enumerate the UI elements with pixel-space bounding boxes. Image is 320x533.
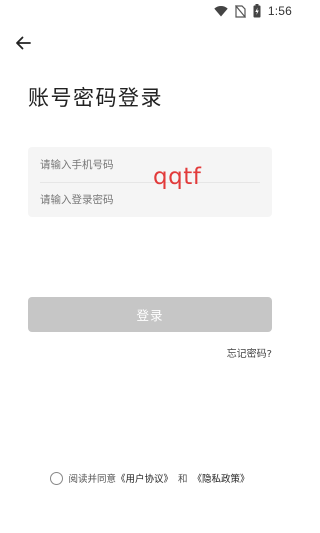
phone-input[interactable] bbox=[40, 158, 230, 171]
status-icons: 1:56 bbox=[214, 3, 292, 19]
arrow-left-icon bbox=[16, 36, 31, 50]
agreement-conjunction: 和 bbox=[178, 474, 188, 485]
status-time: 1:56 bbox=[267, 4, 292, 18]
overlay-text: qqtf bbox=[153, 164, 202, 190]
user-agreement-link[interactable]: 《用户协议》 bbox=[116, 471, 173, 485]
phone-field bbox=[28, 147, 272, 182]
battery-charging-icon bbox=[253, 4, 261, 18]
wifi-icon bbox=[214, 6, 228, 17]
no-sim-icon bbox=[234, 4, 246, 18]
password-field bbox=[28, 182, 272, 217]
page-title: 账号密码登录 bbox=[28, 86, 163, 110]
privacy-policy-link[interactable]: 《隐私政策》 bbox=[193, 471, 250, 485]
login-button[interactable]: 登录 bbox=[28, 297, 272, 332]
agreement-row: 阅读并同意 《用户协议》 和 《隐私政策》 bbox=[0, 471, 300, 485]
login-form bbox=[28, 147, 272, 217]
agreement-prefix: 阅读并同意 bbox=[68, 474, 116, 485]
back-button[interactable] bbox=[10, 30, 36, 56]
forgot-password-link[interactable]: 忘记密码? bbox=[227, 345, 272, 360]
login-screen: 1:56 账号密码登录 qqtf 登录 忘记密码? 阅读并同意 《用户协议》 和… bbox=[0, 0, 300, 533]
password-input[interactable] bbox=[40, 193, 230, 206]
status-bar: 1:56 bbox=[0, 0, 300, 24]
agreement-checkbox[interactable] bbox=[50, 471, 64, 485]
